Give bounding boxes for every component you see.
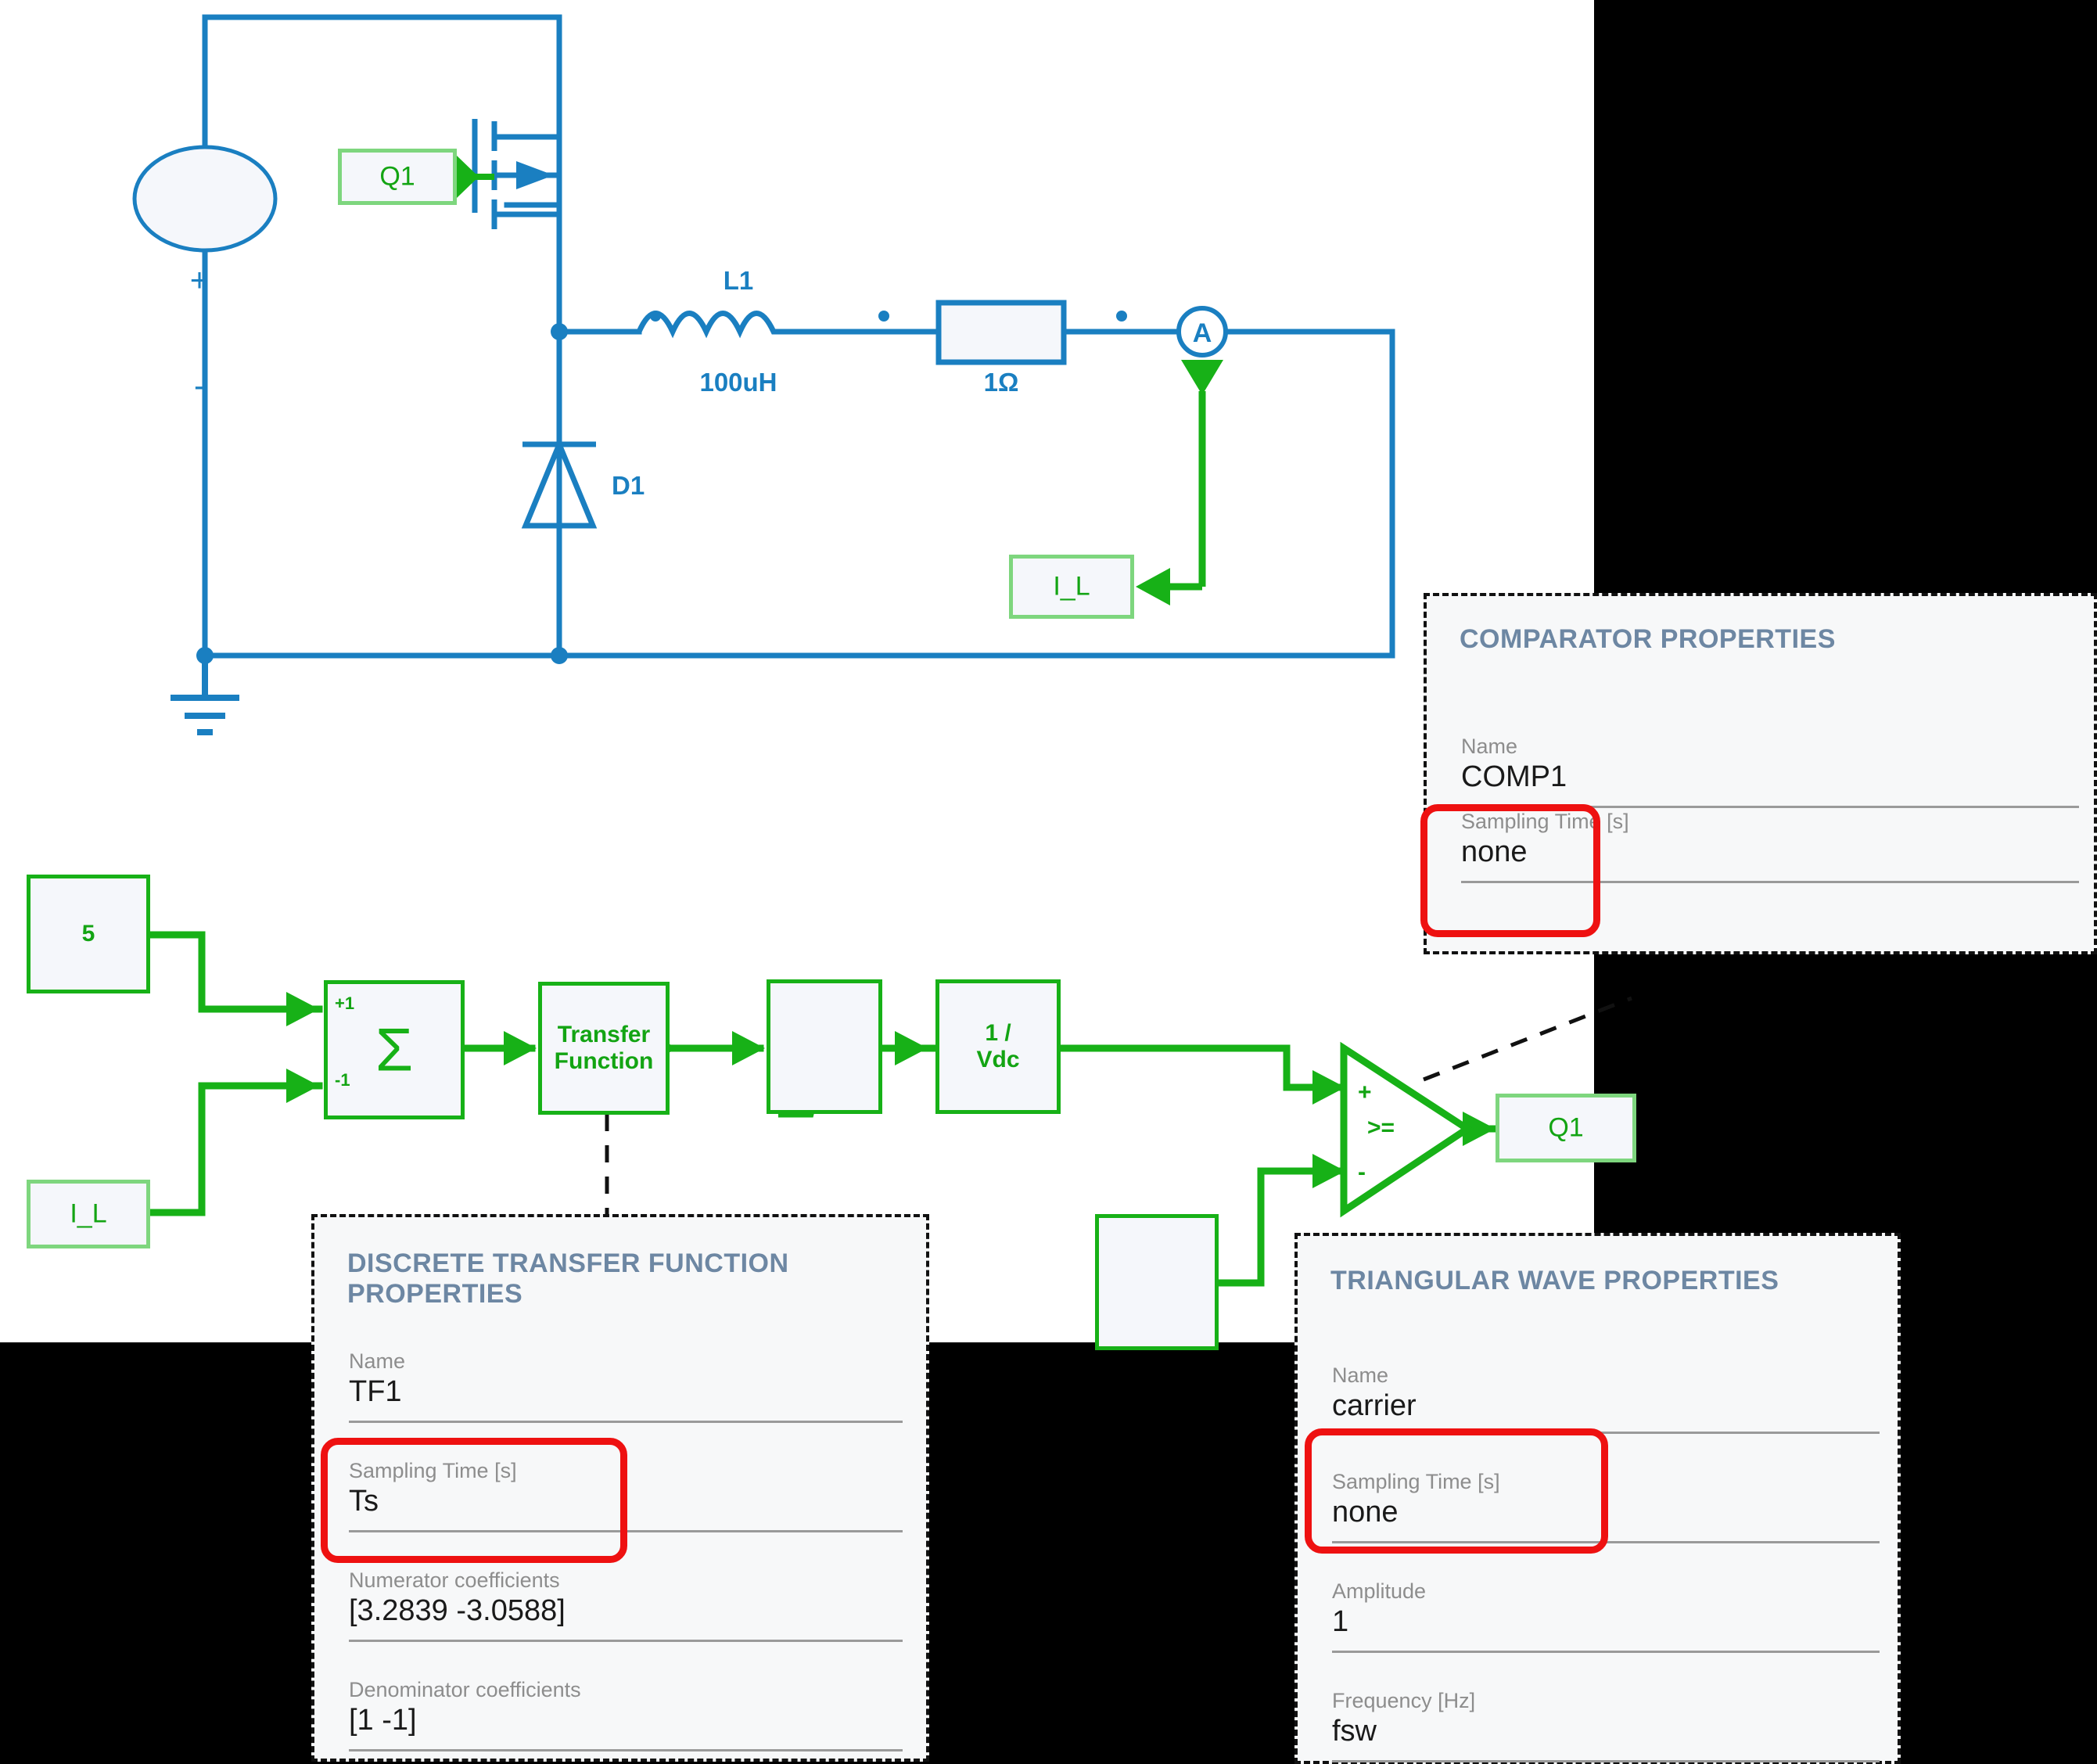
transfer-function-properties-panel: DISCRETE TRANSFER FUNCTION PROPERTIES Na… xyxy=(311,1214,929,1762)
tf-denominator-value: [1 -1] xyxy=(349,1704,417,1737)
feedback-source-label: I_L xyxy=(70,1198,107,1229)
summation-plus-port-label: +1 xyxy=(335,993,355,1013)
comparator-minus-label: - xyxy=(1358,1159,1366,1185)
tf-sampling-time-label: Sampling Time [s] xyxy=(349,1459,517,1482)
gate-output-block-q1-label: Q1 xyxy=(1548,1112,1584,1143)
triwave-sampling-time-field[interactable]: Sampling Time [s] none xyxy=(1332,1469,1880,1543)
leader-lines xyxy=(605,996,1632,1216)
comparator-name-field[interactable]: Name COMP1 xyxy=(1461,734,2079,808)
comparator-sampling-time-value: none xyxy=(1461,835,1528,868)
tf-name-label: Name xyxy=(349,1349,406,1373)
comparator-plus-label: + xyxy=(1358,1080,1372,1105)
triwave-sampling-time-value: none xyxy=(1332,1496,1399,1529)
tf-denominator-underline xyxy=(349,1749,903,1751)
tf-panel-title: DISCRETE TRANSFER FUNCTION PROPERTIES xyxy=(347,1248,789,1309)
triwave-name-field[interactable]: Name carrier xyxy=(1332,1363,1880,1434)
triangular-wave-properties-panel: TRIANGULAR WAVE PROPERTIES Name carrier … xyxy=(1294,1233,1901,1764)
comparator-name-underline xyxy=(1461,806,2079,808)
transfer-function-line1: Transfer xyxy=(557,1022,651,1047)
triwave-frequency-underline xyxy=(1332,1760,1880,1762)
reference-constant-block[interactable]: 5 xyxy=(27,875,150,993)
comparator-name-label: Name xyxy=(1461,735,1518,758)
tf-numerator-underline xyxy=(349,1640,903,1642)
tf-numerator-field[interactable]: Numerator coefficients [3.2839 -3.0588] xyxy=(349,1568,903,1642)
triwave-name-underline xyxy=(1332,1432,1880,1434)
tf-name-underline xyxy=(349,1421,903,1423)
feedback-source-block-il[interactable]: I_L xyxy=(27,1180,150,1248)
triwave-sampling-time-underline xyxy=(1332,1541,1880,1543)
triwave-frequency-field[interactable]: Frequency [Hz] fsw xyxy=(1332,1688,1880,1762)
gate-output-block-q1[interactable]: Q1 xyxy=(1496,1094,1636,1162)
triwave-amplitude-label: Amplitude xyxy=(1332,1579,1427,1603)
transfer-function-line2: Function xyxy=(554,1048,654,1074)
tf-sampling-time-field[interactable]: Sampling Time [s] Ts xyxy=(349,1458,903,1532)
tf-denominator-field[interactable]: Denominator coefficients [1 -1] xyxy=(349,1677,903,1751)
comparator-sampling-time-label: Sampling Time [s] xyxy=(1461,810,1629,833)
tf-denominator-label: Denominator coefficients xyxy=(349,1678,581,1701)
summation-minus-port-label: -1 xyxy=(335,1070,350,1090)
tf-input-arrow xyxy=(504,1031,537,1065)
comparator-operator-label: >= xyxy=(1367,1115,1395,1141)
triwave-panel-title: TRIANGULAR WAVE PROPERTIES xyxy=(1330,1266,1779,1295)
triwave-frequency-label: Frequency [Hz] xyxy=(1332,1689,1476,1712)
triwave-name-value: carrier xyxy=(1332,1389,1417,1422)
triwave-amplitude-value: 1 xyxy=(1332,1605,1349,1638)
comparator-properties-panel: COMPARATOR PROPERTIES Name COMP1 Samplin… xyxy=(1424,593,2097,954)
triwave-amplitude-underline xyxy=(1332,1651,1880,1653)
triwave-name-label: Name xyxy=(1332,1363,1389,1387)
gain-block-line2: Vdc xyxy=(976,1047,1020,1072)
saturation-block[interactable] xyxy=(767,979,882,1114)
tf-sampling-time-value: Ts xyxy=(349,1485,379,1518)
comparator-panel-title: COMPARATOR PROPERTIES xyxy=(1460,624,1836,654)
reference-constant-label: 5 xyxy=(81,921,95,947)
gain-block-inv-vdc[interactable]: 1 / Vdc xyxy=(935,979,1061,1114)
comparator-symbol xyxy=(1340,1041,1474,1218)
comparator-sampling-time-field[interactable]: Sampling Time [s] none xyxy=(1461,809,2079,883)
tf-name-field[interactable]: Name TF1 xyxy=(349,1349,903,1423)
carrier-generator-block[interactable] xyxy=(1095,1214,1219,1350)
sum-minus-input-arrow xyxy=(286,1069,319,1103)
tf-numerator-value: [3.2839 -3.0588] xyxy=(349,1594,566,1627)
tf-name-value: TF1 xyxy=(349,1375,402,1408)
comparator-sampling-time-underline xyxy=(1461,881,2079,883)
gain-block-line1: 1 / xyxy=(985,1020,1011,1046)
tf-sampling-time-underline xyxy=(349,1530,903,1532)
tf-numerator-label: Numerator coefficients xyxy=(349,1568,560,1592)
comparator-name-value: COMP1 xyxy=(1461,760,1567,793)
triwave-amplitude-field[interactable]: Amplitude 1 xyxy=(1332,1579,1880,1653)
saturation-input-arrow xyxy=(732,1031,765,1065)
triwave-frequency-value: fsw xyxy=(1332,1715,1377,1748)
transfer-function-block[interactable]: Transfer Function xyxy=(538,982,670,1115)
saturation-output-arrow xyxy=(895,1031,928,1065)
sum-plus-input-arrow xyxy=(286,992,319,1026)
triwave-sampling-time-label: Sampling Time [s] xyxy=(1332,1470,1500,1493)
